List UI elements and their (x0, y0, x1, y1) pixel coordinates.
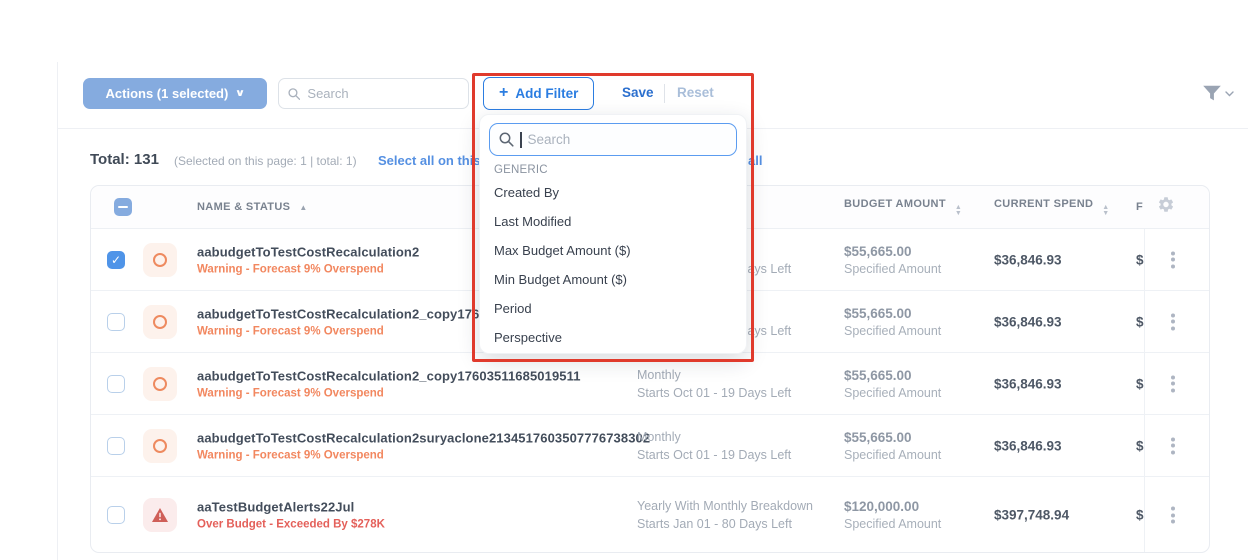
funnel-icon (1202, 85, 1222, 102)
status-warning-icon (143, 367, 177, 401)
column-header-forecast-truncated[interactable]: F (1136, 201, 1143, 213)
chevron-down-icon: ∨ (235, 88, 246, 99)
check-icon: ✓ (111, 254, 121, 266)
row-menu-button[interactable] (1163, 370, 1183, 397)
row-checkbox[interactable] (107, 313, 125, 331)
period-detail: Starts Oct 01 - 19 Days Left (637, 384, 791, 402)
budget-amount-type: Specified Amount (844, 517, 941, 531)
filter-option-min-budget-amount[interactable]: Min Budget Amount ($) (480, 265, 746, 294)
forecast-truncated: $ (1136, 438, 1144, 453)
forecast-truncated: $ (1136, 376, 1144, 391)
add-filter-label: Add Filter (515, 86, 578, 101)
budget-name[interactable]: aabudgetToTestCostRecalculation2_copy176… (197, 368, 581, 383)
period-type: Monthly (637, 428, 791, 446)
row-menu-button[interactable] (1163, 502, 1183, 529)
total-count: Total: 131 (90, 151, 159, 168)
budget-name[interactable]: aabudgetToTestCostRecalculation2suryaclo… (197, 430, 650, 445)
row-checkbox[interactable] (107, 375, 125, 393)
column-header-name-status[interactable]: NAME & STATUS▲ (197, 201, 308, 213)
forecast-truncated: $ (1136, 508, 1144, 523)
column-settings-button[interactable] (1157, 196, 1175, 219)
column-header-current-spend[interactable]: CURRENT SPEND▲▼ (994, 198, 1110, 216)
budget-status-text: Warning - Forecast 9% Overspend (197, 263, 419, 275)
search-icon (499, 132, 514, 147)
row-menu-button[interactable] (1163, 246, 1183, 273)
filter-option-perspective[interactable]: Perspective (480, 323, 746, 352)
budget-amount: $55,665.00 (844, 244, 941, 259)
status-warning-icon (143, 429, 177, 463)
budget-amount: $55,665.00 (844, 430, 941, 445)
status-over-budget-icon (143, 498, 177, 532)
select-all-checkbox[interactable] (114, 198, 132, 216)
table-search-field[interactable] (278, 78, 469, 109)
filter-option-period[interactable]: Period (480, 294, 746, 323)
save-reset-divider (664, 84, 665, 103)
budget-status-text: Over Budget - Exceeded By $278K (197, 519, 385, 531)
filter-menu-button[interactable] (1202, 85, 1234, 102)
status-warning-icon (143, 243, 177, 277)
table-row[interactable]: aabudgetToTestCostRecalculation2_copy176… (91, 353, 1209, 415)
selection-info: (Selected on this page: 1 | total: 1) (174, 154, 357, 168)
filter-group-label: GENERIC (480, 156, 746, 178)
budget-status-text: Warning - Forecast 9% Overspend (197, 325, 523, 337)
filter-search-field[interactable]: Search (489, 123, 737, 156)
column-header-budget-amount[interactable]: BUDGET AMOUNT▲▼ (844, 198, 962, 216)
forecast-truncated: $ (1136, 252, 1144, 267)
row-checkbox[interactable] (107, 437, 125, 455)
current-spend: $36,846.93 (994, 376, 1062, 391)
save-button[interactable]: Save (622, 85, 654, 100)
period-detail: Starts Jan 01 - 80 Days Left (637, 515, 813, 533)
current-spend: $397,748.94 (994, 508, 1069, 523)
content-left-border (57, 62, 58, 560)
row-checkbox[interactable] (107, 506, 125, 524)
sort-ascending-icon: ▲ (299, 203, 307, 212)
search-icon (288, 87, 300, 101)
current-spend: $36,846.93 (994, 438, 1062, 453)
budget-amount-type: Specified Amount (844, 386, 941, 400)
table-row[interactable]: aaTestBudgetAlerts22Jul Over Budget - Ex… (91, 477, 1209, 553)
budget-amount: $55,665.00 (844, 368, 941, 383)
row-menu-button[interactable] (1163, 308, 1183, 335)
budget-status-text: Warning - Forecast 9% Overspend (197, 387, 581, 399)
budget-amount-type: Specified Amount (844, 262, 941, 276)
filter-option-max-budget-amount[interactable]: Max Budget Amount ($) (480, 236, 746, 265)
gear-icon (1157, 196, 1175, 214)
forecast-truncated: $ (1136, 314, 1144, 329)
current-spend: $36,846.93 (994, 252, 1062, 267)
period-detail: Starts Oct 01 - 19 Days Left (637, 446, 791, 464)
budget-name[interactable]: aaTestBudgetAlerts22Jul (197, 500, 385, 515)
budget-name[interactable]: aabudgetToTestCostRecalculation2_copy176… (197, 306, 523, 321)
sort-icon[interactable]: ▲▼ (955, 205, 962, 216)
table-row[interactable]: aabudgetToTestCostRecalculation2suryaclo… (91, 415, 1209, 477)
period-type: Monthly (637, 366, 791, 384)
sort-icon[interactable]: ▲▼ (1102, 205, 1109, 216)
select-all-link-fragment[interactable]: all (748, 153, 762, 168)
budget-amount: $55,665.00 (844, 306, 941, 321)
reset-button[interactable]: Reset (677, 85, 714, 100)
budget-amount: $120,000.00 (844, 499, 941, 514)
select-all-link[interactable]: Select all on this (378, 153, 481, 168)
text-cursor (520, 132, 522, 148)
period-type: Yearly With Monthly Breakdown (637, 497, 813, 515)
filter-option-created-by[interactable]: Created By (480, 178, 746, 207)
budget-status-text: Warning - Forecast 9% Overspend (197, 449, 650, 461)
filter-option-last-modified[interactable]: Last Modified (480, 207, 746, 236)
budget-name[interactable]: aabudgetToTestCostRecalculation2 (197, 244, 419, 259)
current-spend: $36,846.93 (994, 314, 1062, 329)
warning-triangle-icon (152, 508, 168, 522)
budget-amount-type: Specified Amount (844, 448, 941, 462)
row-checkbox[interactable]: ✓ (107, 251, 125, 269)
actions-dropdown-label: Actions (1 selected) (106, 86, 229, 101)
plus-icon: + (499, 84, 508, 102)
status-warning-icon (143, 305, 177, 339)
search-input[interactable] (307, 86, 459, 101)
add-filter-dropdown: Search GENERIC Created By Last Modified … (479, 114, 747, 354)
filter-search-placeholder: Search (528, 132, 571, 147)
chevron-down-icon (1225, 91, 1234, 97)
budget-amount-type: Specified Amount (844, 324, 941, 338)
actions-dropdown-button[interactable]: Actions (1 selected) ∨ (83, 78, 267, 109)
add-filter-button[interactable]: + Add Filter (483, 77, 594, 110)
budgets-page: Actions (1 selected) ∨ + Add Filter Save… (0, 0, 1248, 560)
row-menu-button[interactable] (1163, 432, 1183, 459)
